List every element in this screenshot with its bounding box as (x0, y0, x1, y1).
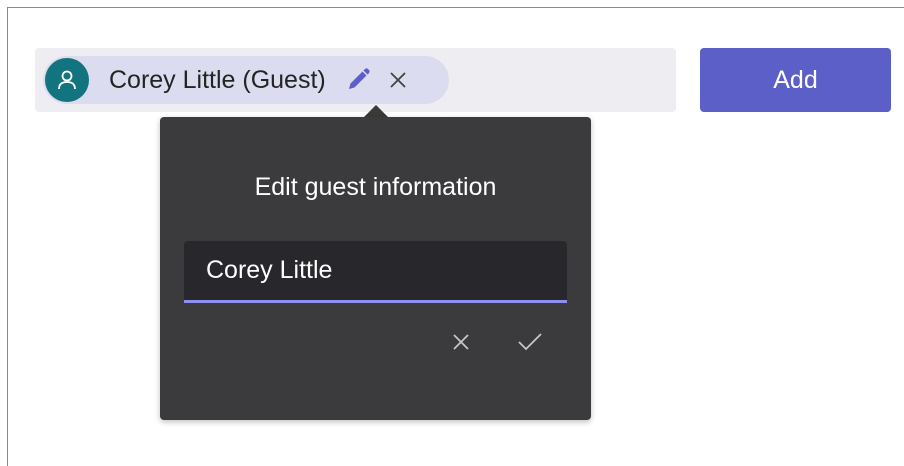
guest-avatar (45, 58, 89, 102)
guest-pill[interactable]: Corey Little (Guest) (43, 56, 449, 104)
popover-pointer (364, 105, 388, 117)
person-icon (58, 70, 76, 90)
confirm-edit-button[interactable] (516, 330, 544, 354)
add-button[interactable]: Add (700, 48, 891, 112)
guest-name-input[interactable] (184, 241, 567, 303)
close-icon (390, 72, 406, 88)
edit-guest-popover: Edit guest information (160, 117, 591, 420)
edit-guest-button[interactable] (344, 66, 372, 94)
guest-pill-name: Corey Little (Guest) (109, 65, 326, 94)
checkmark-icon (518, 333, 542, 351)
pencil-icon (348, 68, 370, 89)
cancel-edit-button[interactable] (449, 330, 473, 354)
close-icon (453, 334, 469, 350)
remove-guest-button[interactable] (386, 68, 410, 92)
popover-title: Edit guest information (254, 173, 497, 201)
